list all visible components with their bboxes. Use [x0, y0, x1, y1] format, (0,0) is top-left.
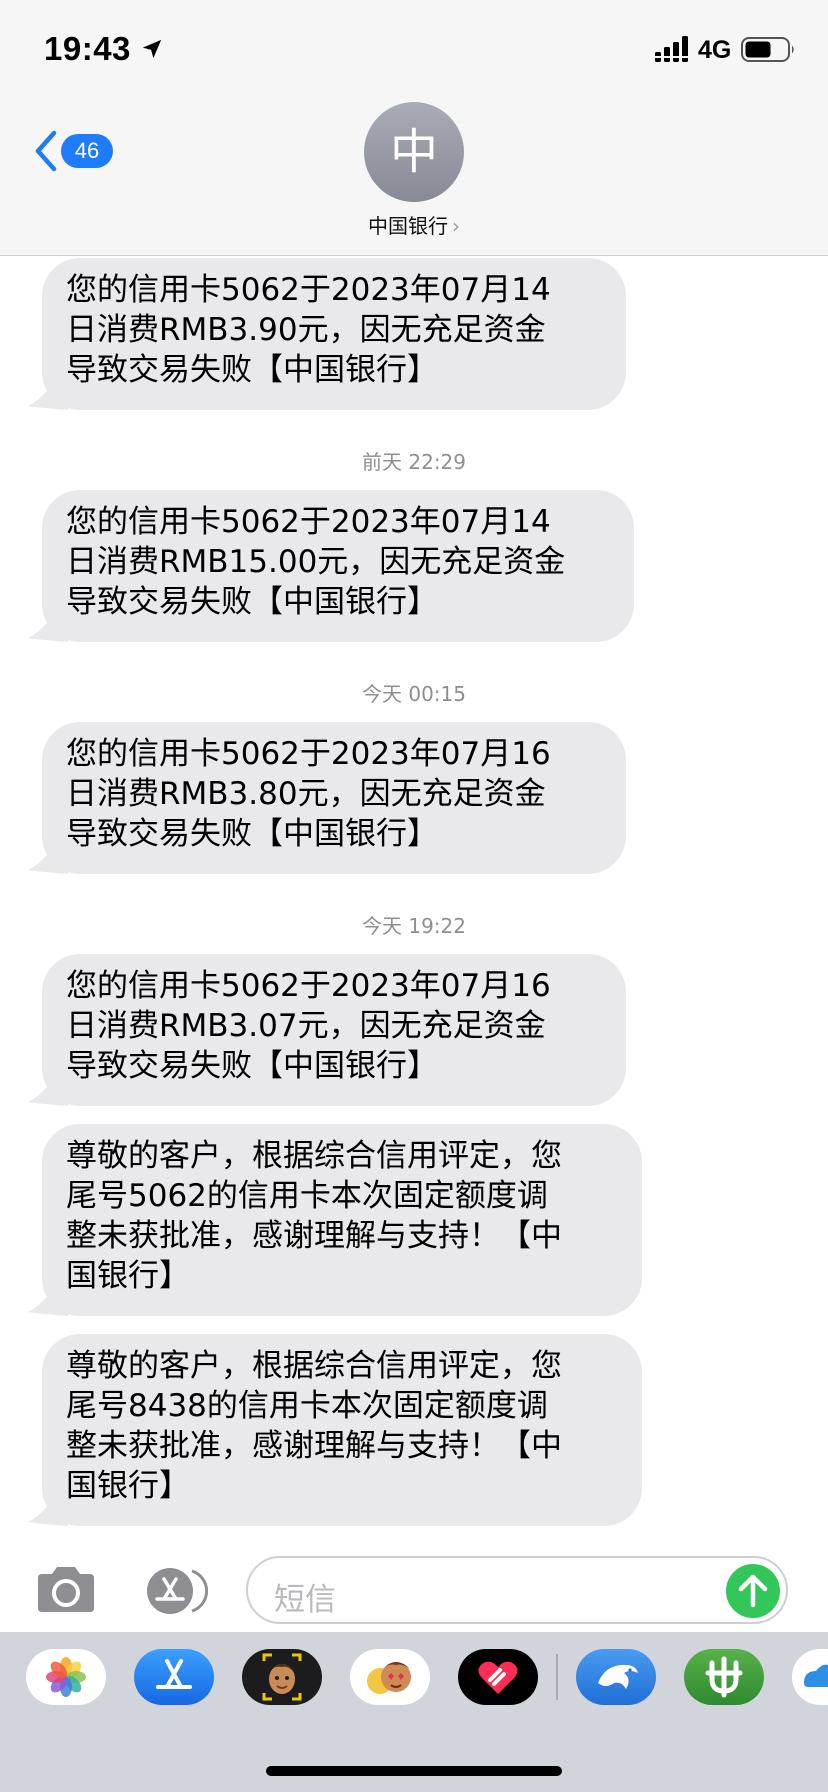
- arrow-up-icon: [738, 1574, 768, 1608]
- message-timestamp: 今天 00:15: [362, 682, 466, 706]
- memoji-icon[interactable]: [242, 1649, 322, 1705]
- bubble-tail: [28, 1072, 68, 1106]
- message-bubble[interactable]: 您的信用卡5062于2023年07月14 日消费RMB3.90元，因无充足资金 …: [42, 258, 626, 410]
- message-line: 尊敬的客户，根据综合信用评定，您: [66, 1138, 562, 1174]
- message-line: 您的信用卡5062于2023年07月14: [66, 504, 551, 540]
- contact-info-button[interactable]: 中国银行 ›: [0, 210, 828, 239]
- message-line: 日消费RMB3.80元，因无充足资金: [66, 776, 546, 812]
- message-line: 日消费RMB3.07元，因无充足资金: [66, 1008, 546, 1044]
- input-placeholder: 短信: [274, 1582, 336, 1618]
- bubble-tail: [28, 608, 68, 642]
- message-line: 您的信用卡5062于2023年07月14: [66, 272, 551, 308]
- home-indicator[interactable]: [266, 1766, 562, 1776]
- animoji-icon[interactable]: [350, 1649, 430, 1705]
- message-line: 整未获批准，感谢理解与支持！【中: [66, 1428, 562, 1464]
- status-time: 19:43: [44, 30, 131, 67]
- bubble-tail: [28, 1282, 68, 1316]
- message-line: 您的信用卡5062于2023年07月16: [66, 736, 551, 772]
- message-line: 您的信用卡5062于2023年07月16: [66, 968, 551, 1004]
- message-line: 日消费RMB3.90元，因无充足资金: [66, 312, 546, 348]
- send-button[interactable]: [726, 1564, 780, 1618]
- message-line: 尾号8438的信用卡本次固定额度调: [66, 1388, 548, 1424]
- battery-icon: [741, 37, 794, 62]
- message-line: 尾号5062的信用卡本次固定额度调: [66, 1178, 548, 1214]
- message-line: 日消费RMB15.00元，因无充足资金: [66, 544, 566, 580]
- message-bubble[interactable]: 尊敬的客户，根据综合信用评定，您 尾号5062的信用卡本次固定额度调 整未获批准…: [42, 1124, 642, 1316]
- contact-avatar[interactable]: 中: [364, 102, 464, 202]
- message-bubble[interactable]: 尊敬的客户，根据综合信用评定，您 尾号8438的信用卡本次固定额度调 整未获批准…: [42, 1334, 642, 1526]
- back-button[interactable]: 46: [28, 126, 118, 176]
- unread-count-badge: 46: [61, 134, 113, 168]
- camera-icon[interactable]: [34, 1564, 98, 1616]
- conversation-header: 19:43 4G 46 中 中国银行 ›: [0, 0, 828, 256]
- message-bubble[interactable]: 您的信用卡5062于2023年07月14 日消费RMB15.00元，因无充足资金…: [42, 490, 634, 642]
- network-type-label: 4G: [698, 36, 732, 64]
- message-line: 整未获批准，感谢理解与支持！【中: [66, 1218, 562, 1254]
- message-timestamp: 今天 19:22: [362, 914, 466, 938]
- cellular-signal-icon: [655, 36, 689, 62]
- message-input[interactable]: 短信: [246, 1556, 788, 1624]
- message-line: 国银行】: [66, 1468, 190, 1504]
- message-line: 导致交易失败【中国银行】: [66, 1048, 438, 1084]
- chevron-right-icon: ›: [452, 214, 460, 238]
- bubble-tail: [28, 376, 68, 410]
- message-line: 尊敬的客户，根据综合信用评定，您: [66, 1348, 562, 1384]
- partial-blue-app-icon[interactable]: [792, 1649, 828, 1705]
- message-bubble[interactable]: 您的信用卡5062于2023年07月16 日消费RMB3.07元，因无充足资金 …: [42, 954, 626, 1106]
- bubble-tail: [28, 1492, 68, 1526]
- dolphin-app-icon[interactable]: [576, 1649, 656, 1705]
- green-app-icon[interactable]: [684, 1649, 764, 1705]
- location-arrow-icon: [142, 39, 162, 59]
- digital-touch-icon[interactable]: [458, 1649, 538, 1705]
- app-store-icon[interactable]: [134, 1649, 214, 1705]
- bubble-tail: [28, 840, 68, 874]
- message-line: 国银行】: [66, 1258, 190, 1294]
- drawer-divider: [556, 1654, 558, 1700]
- message-line: 导致交易失败【中国银行】: [66, 352, 438, 388]
- message-timestamp: 前天 22:29: [362, 450, 466, 474]
- message-line: 导致交易失败【中国银行】: [66, 816, 438, 852]
- message-line: 导致交易失败【中国银行】: [66, 584, 438, 620]
- message-bubble[interactable]: 您的信用卡5062于2023年07月16 日消费RMB3.80元，因无充足资金 …: [42, 722, 626, 874]
- contact-name: 中国银行: [368, 214, 448, 238]
- chevron-left-icon: [35, 130, 57, 172]
- app-drawer-icon[interactable]: [140, 1566, 212, 1616]
- photos-icon[interactable]: [26, 1649, 106, 1705]
